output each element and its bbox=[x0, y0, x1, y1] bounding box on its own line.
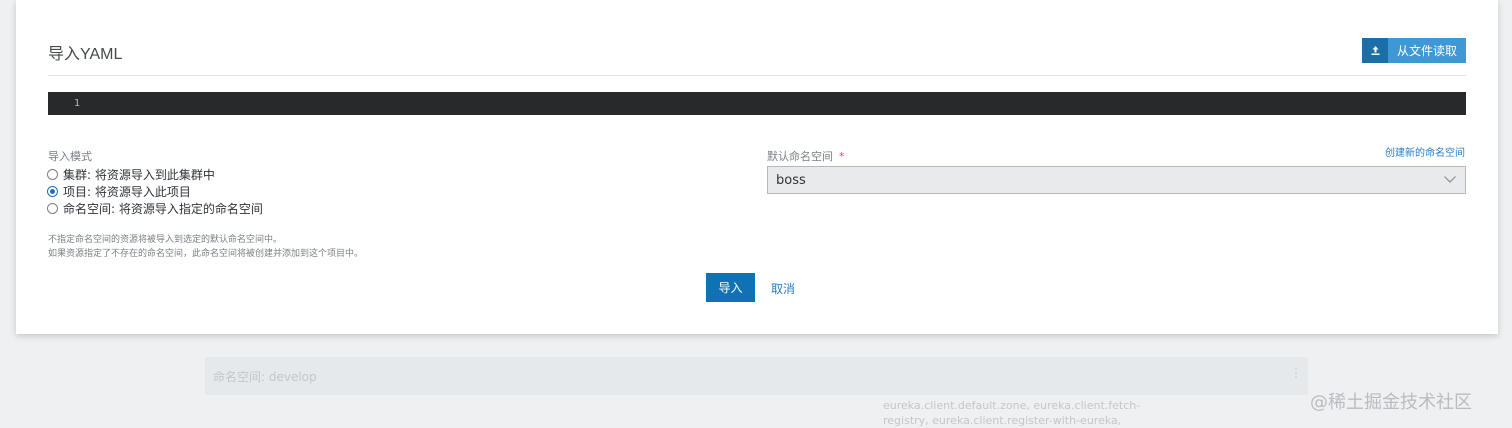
radio-option-namespace[interactable]: 命名空间: 将资源导入指定的命名空间 bbox=[47, 200, 263, 217]
modal-title: 导入YAML bbox=[48, 46, 123, 63]
kebab-icon: ⋮ bbox=[1290, 366, 1302, 380]
import-mode-label: 导入模式 bbox=[48, 150, 92, 163]
radio-option-project[interactable]: 项目: 将资源导入此项目 bbox=[47, 183, 263, 200]
default-namespace-select[interactable]: boss bbox=[767, 166, 1466, 194]
line-number: 1 bbox=[73, 98, 80, 109]
watermark: @稀土掘金技术社区 bbox=[1310, 392, 1472, 413]
help-line-2: 如果资源指定了不存在的命名空间，此命名空间将被创建并添加到这个项目中。 bbox=[48, 249, 364, 259]
help-line-1: 不指定命名空间的资源将被导入到选定的默认命名空间中。 bbox=[48, 235, 283, 245]
import-mode-radio-group: 集群: 将资源导入到此集群中 项目: 将资源导入此项目 命名空间: 将资源导入指… bbox=[47, 166, 263, 217]
namespace-selected-value: boss bbox=[776, 172, 806, 188]
radio-label-cluster: 集群: 将资源导入到此集群中 bbox=[63, 168, 215, 182]
cancel-link[interactable]: 取消 bbox=[771, 280, 795, 297]
create-namespace-link[interactable]: 创建新的命名空间 bbox=[1385, 144, 1465, 159]
radio-button-cluster[interactable] bbox=[47, 169, 58, 180]
radio-button-project[interactable] bbox=[47, 186, 58, 197]
default-namespace-label-text: 默认命名空间 bbox=[767, 150, 833, 163]
radio-option-cluster[interactable]: 集群: 将资源导入到此集群中 bbox=[47, 166, 263, 183]
radio-button-namespace[interactable] bbox=[47, 203, 58, 214]
chevron-down-icon bbox=[1443, 172, 1457, 190]
namespace-row-label: 命名空间: develop bbox=[213, 370, 317, 384]
config-description: eureka.client.default.zone, eureka.clien… bbox=[883, 399, 1141, 427]
read-from-file-label: 从文件读取 bbox=[1396, 44, 1457, 58]
help-text: 不指定命名空间的资源将被导入到选定的默认命名空间中。 如果资源指定了不存在的命名… bbox=[48, 233, 363, 261]
title-divider bbox=[48, 75, 1466, 76]
import-button[interactable]: 导入 bbox=[706, 273, 755, 302]
read-from-file-button[interactable]: 从文件读取 bbox=[1362, 38, 1466, 63]
radio-label-project: 项目: 将资源导入此项目 bbox=[63, 185, 191, 199]
required-marker: * bbox=[839, 150, 845, 163]
import-yaml-modal: 导入YAML 从文件读取 1 导入模式 集群: 将资源导入到此集群中 项目: 将… bbox=[16, 0, 1498, 334]
yaml-editor[interactable]: 1 bbox=[48, 92, 1466, 115]
upload-icon bbox=[1362, 38, 1388, 63]
default-namespace-label: 默认命名空间 * bbox=[767, 148, 845, 164]
namespace-row bbox=[205, 357, 1308, 395]
radio-label-namespace: 命名空间: 将资源导入指定的命名空间 bbox=[63, 202, 263, 216]
